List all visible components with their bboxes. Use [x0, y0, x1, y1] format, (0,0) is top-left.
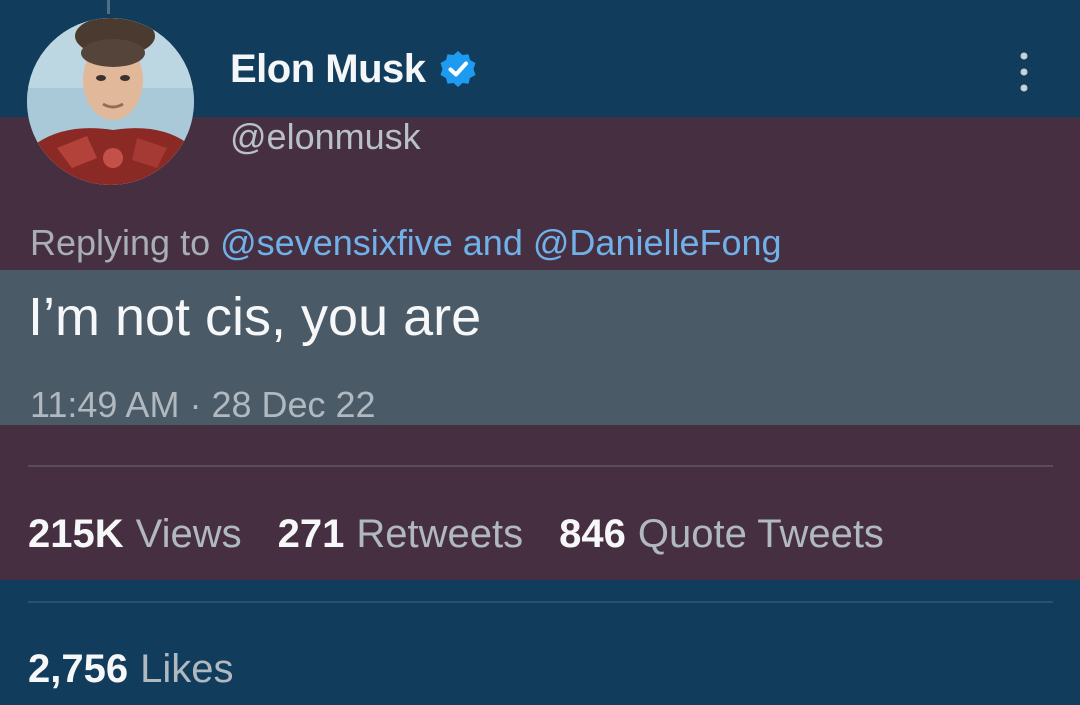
stat-views-label: Views	[135, 512, 242, 556]
stat-retweets-label: Retweets	[356, 512, 524, 556]
mention-link-sevensixfive[interactable]: @sevensixfive	[220, 222, 453, 263]
author-display-name[interactable]: Elon Musk	[230, 47, 426, 92]
stat-quote-tweets-label: Quote Tweets	[637, 512, 884, 556]
stat-likes[interactable]: 2,756 Likes	[28, 647, 234, 692]
stat-views-count: 215K	[28, 512, 124, 556]
divider-lower	[28, 601, 1053, 603]
stat-retweets[interactable]: 271 Retweets	[278, 512, 524, 557]
more-vertical-icon[interactable]	[1016, 50, 1032, 94]
mention-link-daniellefong[interactable]: @DanielleFong	[533, 222, 782, 263]
stat-likes-count: 2,756	[28, 647, 129, 691]
engagement-stats: 215K Views 271 Retweets 846 Quote Tweets	[28, 512, 920, 557]
tweet-date: 28 Dec 22	[211, 384, 376, 425]
timestamp-separator: ·	[189, 384, 202, 425]
verified-badge-icon	[440, 51, 476, 87]
divider	[28, 465, 1053, 467]
stat-views[interactable]: 215K Views	[28, 512, 242, 557]
tweet-timestamp[interactable]: 11:49 AM · 28 Dec 22	[30, 384, 376, 426]
stat-likes-label: Likes	[140, 647, 234, 691]
tweet-time: 11:49 AM	[30, 384, 180, 425]
replying-to-line: Replying to @sevensixfive and @DanielleF…	[30, 222, 782, 264]
tweet-text: I’m not cis, you are	[28, 287, 482, 347]
stat-retweets-count: 271	[277, 512, 345, 556]
thread-connector-line	[107, 0, 110, 14]
stat-quote-tweets-count: 846	[559, 512, 626, 556]
replying-to-prefix: Replying to	[30, 222, 211, 263]
author-name-row: Elon Musk	[230, 44, 478, 94]
mention-joiner: and	[462, 222, 523, 263]
author-handle[interactable]: @elonmusk	[230, 116, 421, 158]
avatar[interactable]	[27, 18, 194, 185]
avatar-portrait	[27, 18, 194, 185]
stat-quote-tweets[interactable]: 846 Quote Tweets	[559, 512, 884, 557]
